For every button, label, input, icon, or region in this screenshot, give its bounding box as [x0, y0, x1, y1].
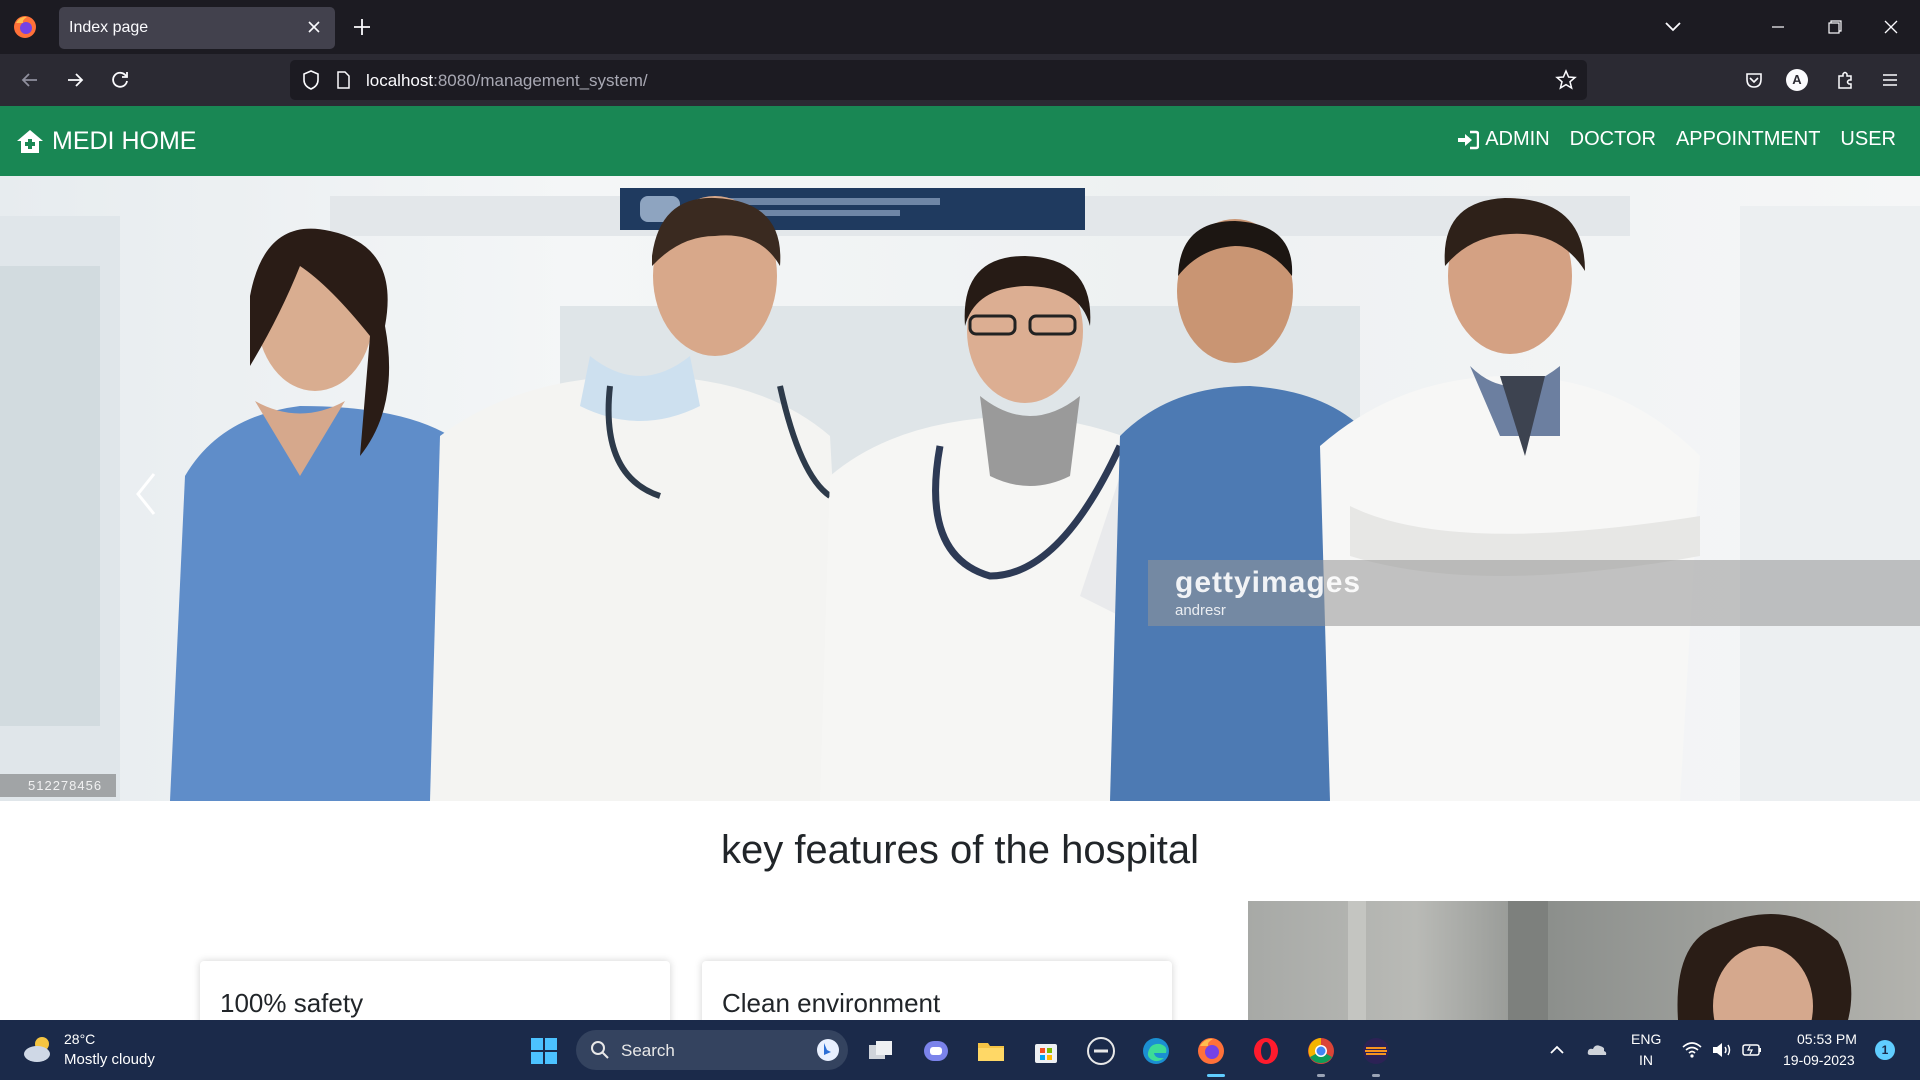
features-heading: key features of the hospital [720, 828, 1200, 872]
search-label: Search [621, 1041, 675, 1060]
browser-tab-bar: Index page [0, 0, 1920, 54]
firefox-active-indicator [1207, 1074, 1225, 1077]
hero-carousel: gettyimages andresr 512278456 [0, 176, 1920, 801]
sign-in-icon [1458, 130, 1480, 149]
account-avatar[interactable]: A [1786, 69, 1808, 91]
browser-toolbar: localhost:8080/management_system/ A [0, 54, 1920, 106]
battery-icon[interactable] [1740, 1038, 1764, 1062]
doctor-portrait-photo [1248, 901, 1920, 1020]
notification-badge[interactable]: 1 [1875, 1040, 1895, 1060]
extensions-icon[interactable] [1832, 67, 1858, 93]
page-icon[interactable] [330, 67, 356, 93]
watermark-brand: gettyimages [1175, 566, 1362, 599]
menu-icon[interactable] [1877, 67, 1903, 93]
chrome-icon[interactable] [1305, 1035, 1337, 1067]
chevron-left-icon[interactable] [128, 464, 162, 524]
star-icon[interactable] [1553, 67, 1579, 93]
shield-icon[interactable] [298, 67, 324, 93]
dell-icon[interactable] [1085, 1035, 1117, 1067]
address-bar[interactable]: localhost:8080/management_system/ [290, 60, 1587, 100]
weather-temperature: 28°C [64, 1031, 96, 1047]
cloudy-weather-icon[interactable] [22, 1034, 56, 1064]
onedrive-icon[interactable] [1585, 1038, 1609, 1062]
windows-start-icon[interactable] [530, 1037, 558, 1065]
feature-card-title: 100% safety [220, 988, 364, 1018]
weather-description: Mostly cloudy [64, 1051, 155, 1068]
task-view-icon[interactable] [865, 1035, 897, 1067]
clock-time[interactable]: 05:53 PM [1797, 1031, 1857, 1047]
tab-index-page[interactable]: Index page [59, 7, 335, 49]
nav-doctor[interactable]: DOCTOR [1570, 128, 1656, 151]
nav-doctor-label: DOCTOR [1569, 128, 1656, 150]
close-icon[interactable] [303, 16, 325, 38]
doctors-team-photo [0, 188, 1920, 801]
firefox-taskbar-icon[interactable] [1195, 1035, 1227, 1067]
minimize-icon[interactable] [1765, 14, 1791, 40]
back-icon[interactable] [17, 67, 43, 93]
nav-appointment[interactable]: APPOINTMENT [1676, 128, 1820, 151]
portrait-image [1348, 901, 1852, 1020]
edge-icon[interactable] [1140, 1035, 1172, 1067]
close-window-icon[interactable] [1878, 14, 1904, 40]
chrome-running-indicator [1317, 1074, 1325, 1077]
volume-icon[interactable] [1710, 1038, 1734, 1062]
feature-card-title: Clean environment [722, 988, 941, 1018]
search-icon [591, 1041, 609, 1059]
microsoft-store-icon[interactable] [1030, 1035, 1062, 1067]
region-indicator[interactable]: IN [1639, 1052, 1653, 1068]
eclipse-running-indicator [1372, 1074, 1380, 1077]
teams-chat-icon[interactable] [920, 1035, 952, 1067]
url-host: localhost [366, 71, 434, 90]
getty-watermark: gettyimages andresr [1148, 560, 1920, 626]
firefox-icon[interactable] [12, 14, 38, 40]
brand-link[interactable]: MEDI HOME [16, 126, 196, 156]
reload-icon[interactable] [107, 67, 133, 93]
nav-user[interactable]: USER [1840, 128, 1896, 151]
pocket-icon[interactable] [1741, 67, 1767, 93]
plus-icon[interactable] [349, 14, 375, 40]
url-text: localhost:8080/management_system/ [366, 71, 648, 91]
brand-name: MEDI HOME [52, 126, 197, 155]
restore-icon[interactable] [1822, 14, 1848, 40]
url-path: :8080/management_system/ [433, 71, 648, 90]
site-navbar: MEDI HOME ADMIN DOCTOR APPOINTMENT USER [0, 106, 1920, 176]
image-id-label: 512278456 [0, 774, 117, 797]
chevron-up-icon[interactable] [1545, 1038, 1569, 1062]
clock-date[interactable]: 19-09-2023 [1783, 1052, 1855, 1068]
file-explorer-icon[interactable] [975, 1035, 1007, 1067]
wifi-icon[interactable] [1680, 1038, 1704, 1062]
watermark-credit: andresr [1175, 602, 1226, 619]
forward-icon[interactable] [62, 67, 88, 93]
nav-appointment-label: APPOINTMENT [1675, 128, 1821, 150]
chevron-down-icon[interactable] [1660, 14, 1686, 40]
windows-taskbar: 28°C Mostly cloudy Search ENG IN 05:53 P… [0, 1020, 1920, 1080]
taskbar-search[interactable]: Search [576, 1030, 848, 1070]
tab-title: Index page [69, 19, 149, 36]
bing-icon[interactable] [816, 1038, 840, 1062]
nav-admin[interactable]: ADMIN [1457, 128, 1550, 151]
opera-icon[interactable] [1250, 1035, 1282, 1067]
nav-admin-label: ADMIN [1485, 128, 1550, 150]
nav-user-label: USER [1840, 128, 1896, 150]
home-medical-icon [17, 130, 43, 153]
main-menu: ADMIN DOCTOR APPOINTMENT USER [1457, 128, 1896, 151]
language-indicator[interactable]: ENG [1631, 1031, 1661, 1047]
eclipse-ide-icon[interactable] [1360, 1035, 1392, 1067]
